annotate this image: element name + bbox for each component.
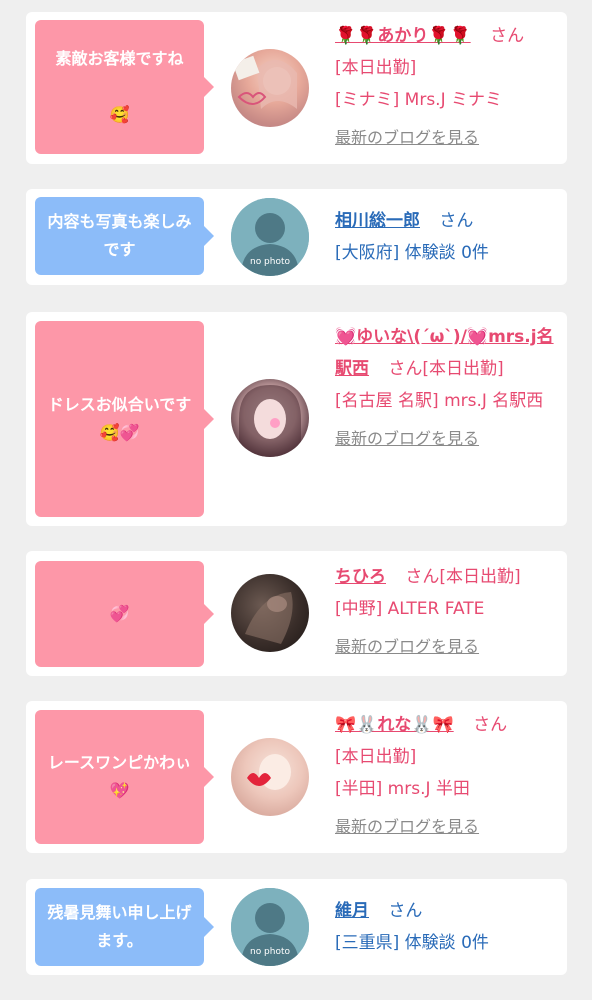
member-name-link[interactable]: ちひろ [335,567,386,587]
honorific: さん [388,901,423,921]
svg-text:no photo: no photo [250,257,291,267]
shop-name: [ミナミ] Mrs.J ミナミ [335,90,503,110]
message-text: レースワンピかわぃ [47,753,192,772]
avatar-photo [247,754,291,790]
shop-name: [中野] ALTER FATE [335,599,485,619]
message-emoji: 🥰💞 [99,423,140,442]
avatar[interactable]: no photo [231,888,309,966]
avatar-photo [232,55,297,109]
avatar[interactable] [231,574,309,652]
review-card: レースワンピかわぃ 💖 🎀🐰れな🐰🎀 さん [本日出勤] [半田] mrs.J 半… [26,701,567,853]
member-info: 🌹🌹あかり🌹🌹 さん [本日出勤] [ミナミ] Mrs.J ミナミ 最新のブログ… [335,20,560,154]
message-emoji: 💞 [109,604,130,623]
silhouette-icon: no photo [231,888,309,966]
latest-blog-link[interactable]: 最新のブログを見る [335,122,560,154]
message-bubble: レースワンピかわぃ 💖 [35,710,214,844]
silhouette-icon: no photo [231,198,309,276]
honorific: さん [490,26,525,46]
message-text: 素敵お客様ですね [55,49,184,68]
message-bubble: 素敵お客様ですね 🥰 [35,20,214,154]
message-emoji: 🥰 [109,105,130,124]
avatar-photo [245,592,293,644]
member-name-link[interactable]: 相川総一郎 [335,211,420,231]
message-bubble: ドレスお似合いです 🥰💞 [35,321,214,517]
shop-name: [半田] mrs.J 半田 [335,779,470,799]
member-info: ちひろ さん[本日出勤] [中野] ALTER FATE 最新のブログを見る [335,561,560,663]
member-info: 💓ゆいな\(´ω`)/💓mrs.j名駅西 さん[本日出勤] [名古屋 名駅] m… [335,321,560,455]
latest-blog-link[interactable]: 最新のブログを見る [335,423,560,455]
member-area: [大阪府] 体験談 0件 [335,243,489,263]
member-info: 🎀🐰れな🐰🎀 さん [本日出勤] [半田] mrs.J 半田 最新のブログを見る [335,709,560,843]
avatar[interactable]: no photo [231,198,309,276]
avatar[interactable] [231,379,309,457]
member-name-link[interactable]: 維月 [335,901,369,921]
message-emoji: 💖 [109,781,130,800]
member-info: 維月 さん [三重県] 体験談 0件 [335,895,560,959]
message-bubble: 残暑見舞い申し上げます。 [35,888,214,966]
message-text: 残暑見舞い申し上げます。 [47,903,192,950]
honorific: さん [439,211,474,231]
member-info: 相川総一郎 さん [大阪府] 体験談 0件 [335,205,560,269]
review-card: 素敵お客様ですね 🥰 🌹🌹あかり🌹🌹 さん [本日出勤] [ミナミ] Mrs.J … [26,12,567,164]
message-bubble: 💞 [35,561,214,667]
member-name-link[interactable]: 🌹🌹あかり🌹🌹 [335,26,471,46]
work-status: [本日出勤] [335,747,417,767]
review-card: 残暑見舞い申し上げます。 no photo 維月 さん [三重県] 体験談 0件 [26,879,567,975]
honorific: さん[本日出勤] [405,567,521,587]
avatar-photo [239,385,301,457]
honorific: さん [473,715,508,735]
latest-blog-link[interactable]: 最新のブログを見る [335,631,560,663]
latest-blog-link[interactable]: 最新のブログを見る [335,811,560,843]
review-card: ドレスお似合いです 🥰💞 💓ゆいな\(´ω`)/💓mrs.j名駅西 さん[本日出勤… [26,312,567,526]
avatar[interactable] [231,738,309,816]
message-text: ドレスお似合いです [47,395,192,414]
message-bubble: 内容も写真も楽しみです [35,197,214,275]
svg-text:no photo: no photo [250,947,291,957]
work-status: [本日出勤] [335,58,417,78]
member-name-link[interactable]: 🎀🐰れな🐰🎀 [335,715,454,735]
review-card: 💞 ちひろ さん[本日出勤] [中野] ALTER FATE 最新のブログを見る [26,551,567,676]
avatar[interactable] [231,49,309,127]
message-text: 内容も写真も楽しみです [47,212,192,259]
shop-name: [名古屋 名駅] mrs.J 名駅西 [335,391,544,411]
honorific: さん[本日出勤] [388,359,504,379]
review-card: 内容も写真も楽しみです no photo 相川総一郎 さん [大阪府] 体験談 … [26,189,567,285]
member-area: [三重県] 体験談 0件 [335,933,489,953]
